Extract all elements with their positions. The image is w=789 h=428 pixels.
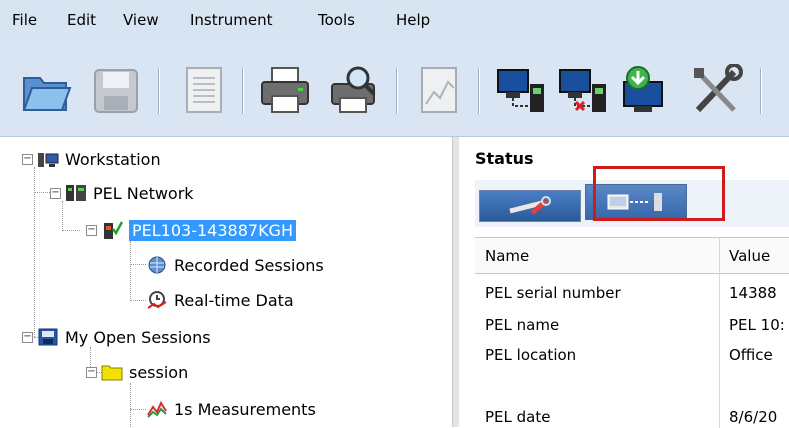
toolbar-separator: [396, 68, 398, 114]
tree-node-session[interactable]: − session: [86, 357, 188, 387]
tree-node-my-open-sessions[interactable]: − My Open Sessions: [22, 322, 211, 352]
highlight-box: [593, 166, 725, 221]
tab-settings[interactable]: [479, 190, 581, 222]
print-preview-icon[interactable]: [328, 64, 382, 116]
network-icon: [66, 185, 86, 201]
tree-node-workstation[interactable]: − Workstation: [22, 144, 161, 174]
measurements-chart-icon: [147, 400, 167, 418]
toolbar: [0, 44, 789, 137]
tree-label-workstation: Workstation: [65, 149, 161, 169]
disconnect-instrument-icon[interactable]: [556, 64, 610, 116]
chart-document-icon[interactable]: [412, 64, 466, 116]
menu-tools[interactable]: Tools: [318, 11, 355, 29]
row-name: PEL date: [485, 408, 551, 426]
column-header-name[interactable]: Name: [475, 238, 719, 274]
tree-node-pel-network[interactable]: − PEL Network: [50, 178, 194, 208]
tree-label-1s-measurements: 1s Measurements: [174, 399, 316, 419]
tree-node-device[interactable]: − PEL103-143887KGH: [86, 215, 296, 245]
save-disk-icon[interactable]: [90, 64, 144, 116]
tree-node-realtime-data[interactable]: Real-time Data: [146, 285, 294, 315]
connected-device-icon: [104, 221, 123, 239]
tree-label-device: PEL103-143887KGH: [129, 219, 296, 241]
navigation-tree: − Workstation − PEL Network − PEL103-143…: [0, 137, 452, 427]
download-icon[interactable]: [616, 64, 670, 116]
collapse-icon[interactable]: −: [22, 331, 33, 343]
tree-label-my-open-sessions: My Open Sessions: [65, 327, 211, 347]
toolbar-separator: [760, 68, 762, 114]
row-value: PEL 10:: [729, 316, 785, 334]
row-value: 14388: [729, 284, 777, 302]
print-icon[interactable]: [258, 64, 312, 116]
menu-instrument[interactable]: Instrument: [190, 11, 273, 29]
tree-label-recorded-sessions: Recorded Sessions: [174, 255, 324, 275]
row-value: Office: [729, 346, 773, 364]
workstation-icon: [38, 153, 59, 167]
realtime-clock-icon: [147, 291, 167, 309]
tree-label-realtime-data: Real-time Data: [174, 290, 294, 310]
globe-icon: [148, 256, 166, 274]
status-grid: Name Value PEL serial number 14388 PEL n…: [475, 237, 789, 428]
menu-edit[interactable]: Edit: [67, 11, 96, 29]
row-name: PEL location: [485, 346, 577, 364]
menu-bar: File Edit View Instrument Tools Help: [0, 0, 789, 44]
tree-node-1s-measurements[interactable]: 1s Measurements: [146, 394, 316, 424]
status-title: Status: [475, 149, 534, 168]
collapse-icon[interactable]: −: [22, 153, 33, 165]
wrench-icon: [509, 196, 551, 215]
tools-icon[interactable]: [690, 64, 744, 116]
status-tabs: [475, 166, 789, 227]
row-name: PEL serial number: [485, 284, 621, 302]
open-sessions-icon: [38, 328, 58, 346]
tree-label-session: session: [129, 362, 189, 382]
menu-file[interactable]: File: [12, 11, 37, 29]
column-header-value[interactable]: Value: [719, 238, 789, 274]
tree-label-pel-network: PEL Network: [93, 183, 194, 203]
tree-node-recorded-sessions[interactable]: Recorded Sessions: [146, 250, 324, 280]
status-panel: Status Name Value PEL serial number 1438…: [459, 137, 789, 428]
report-icon[interactable]: [177, 64, 231, 116]
toolbar-separator: [478, 68, 480, 114]
row-value: 8/6/20: [729, 408, 778, 426]
toolbar-separator: [242, 68, 244, 114]
folder-icon: [101, 365, 123, 381]
toolbar-separator: [158, 68, 160, 114]
menu-help[interactable]: Help: [396, 11, 430, 29]
collapse-icon[interactable]: −: [86, 224, 97, 236]
open-folder-icon[interactable]: [20, 64, 74, 116]
panel-splitter[interactable]: [452, 137, 459, 427]
collapse-icon[interactable]: −: [86, 366, 97, 378]
collapse-icon[interactable]: −: [50, 187, 61, 199]
row-name: PEL name: [485, 316, 560, 334]
connect-instrument-icon[interactable]: [494, 64, 548, 116]
menu-view[interactable]: View: [123, 11, 159, 29]
